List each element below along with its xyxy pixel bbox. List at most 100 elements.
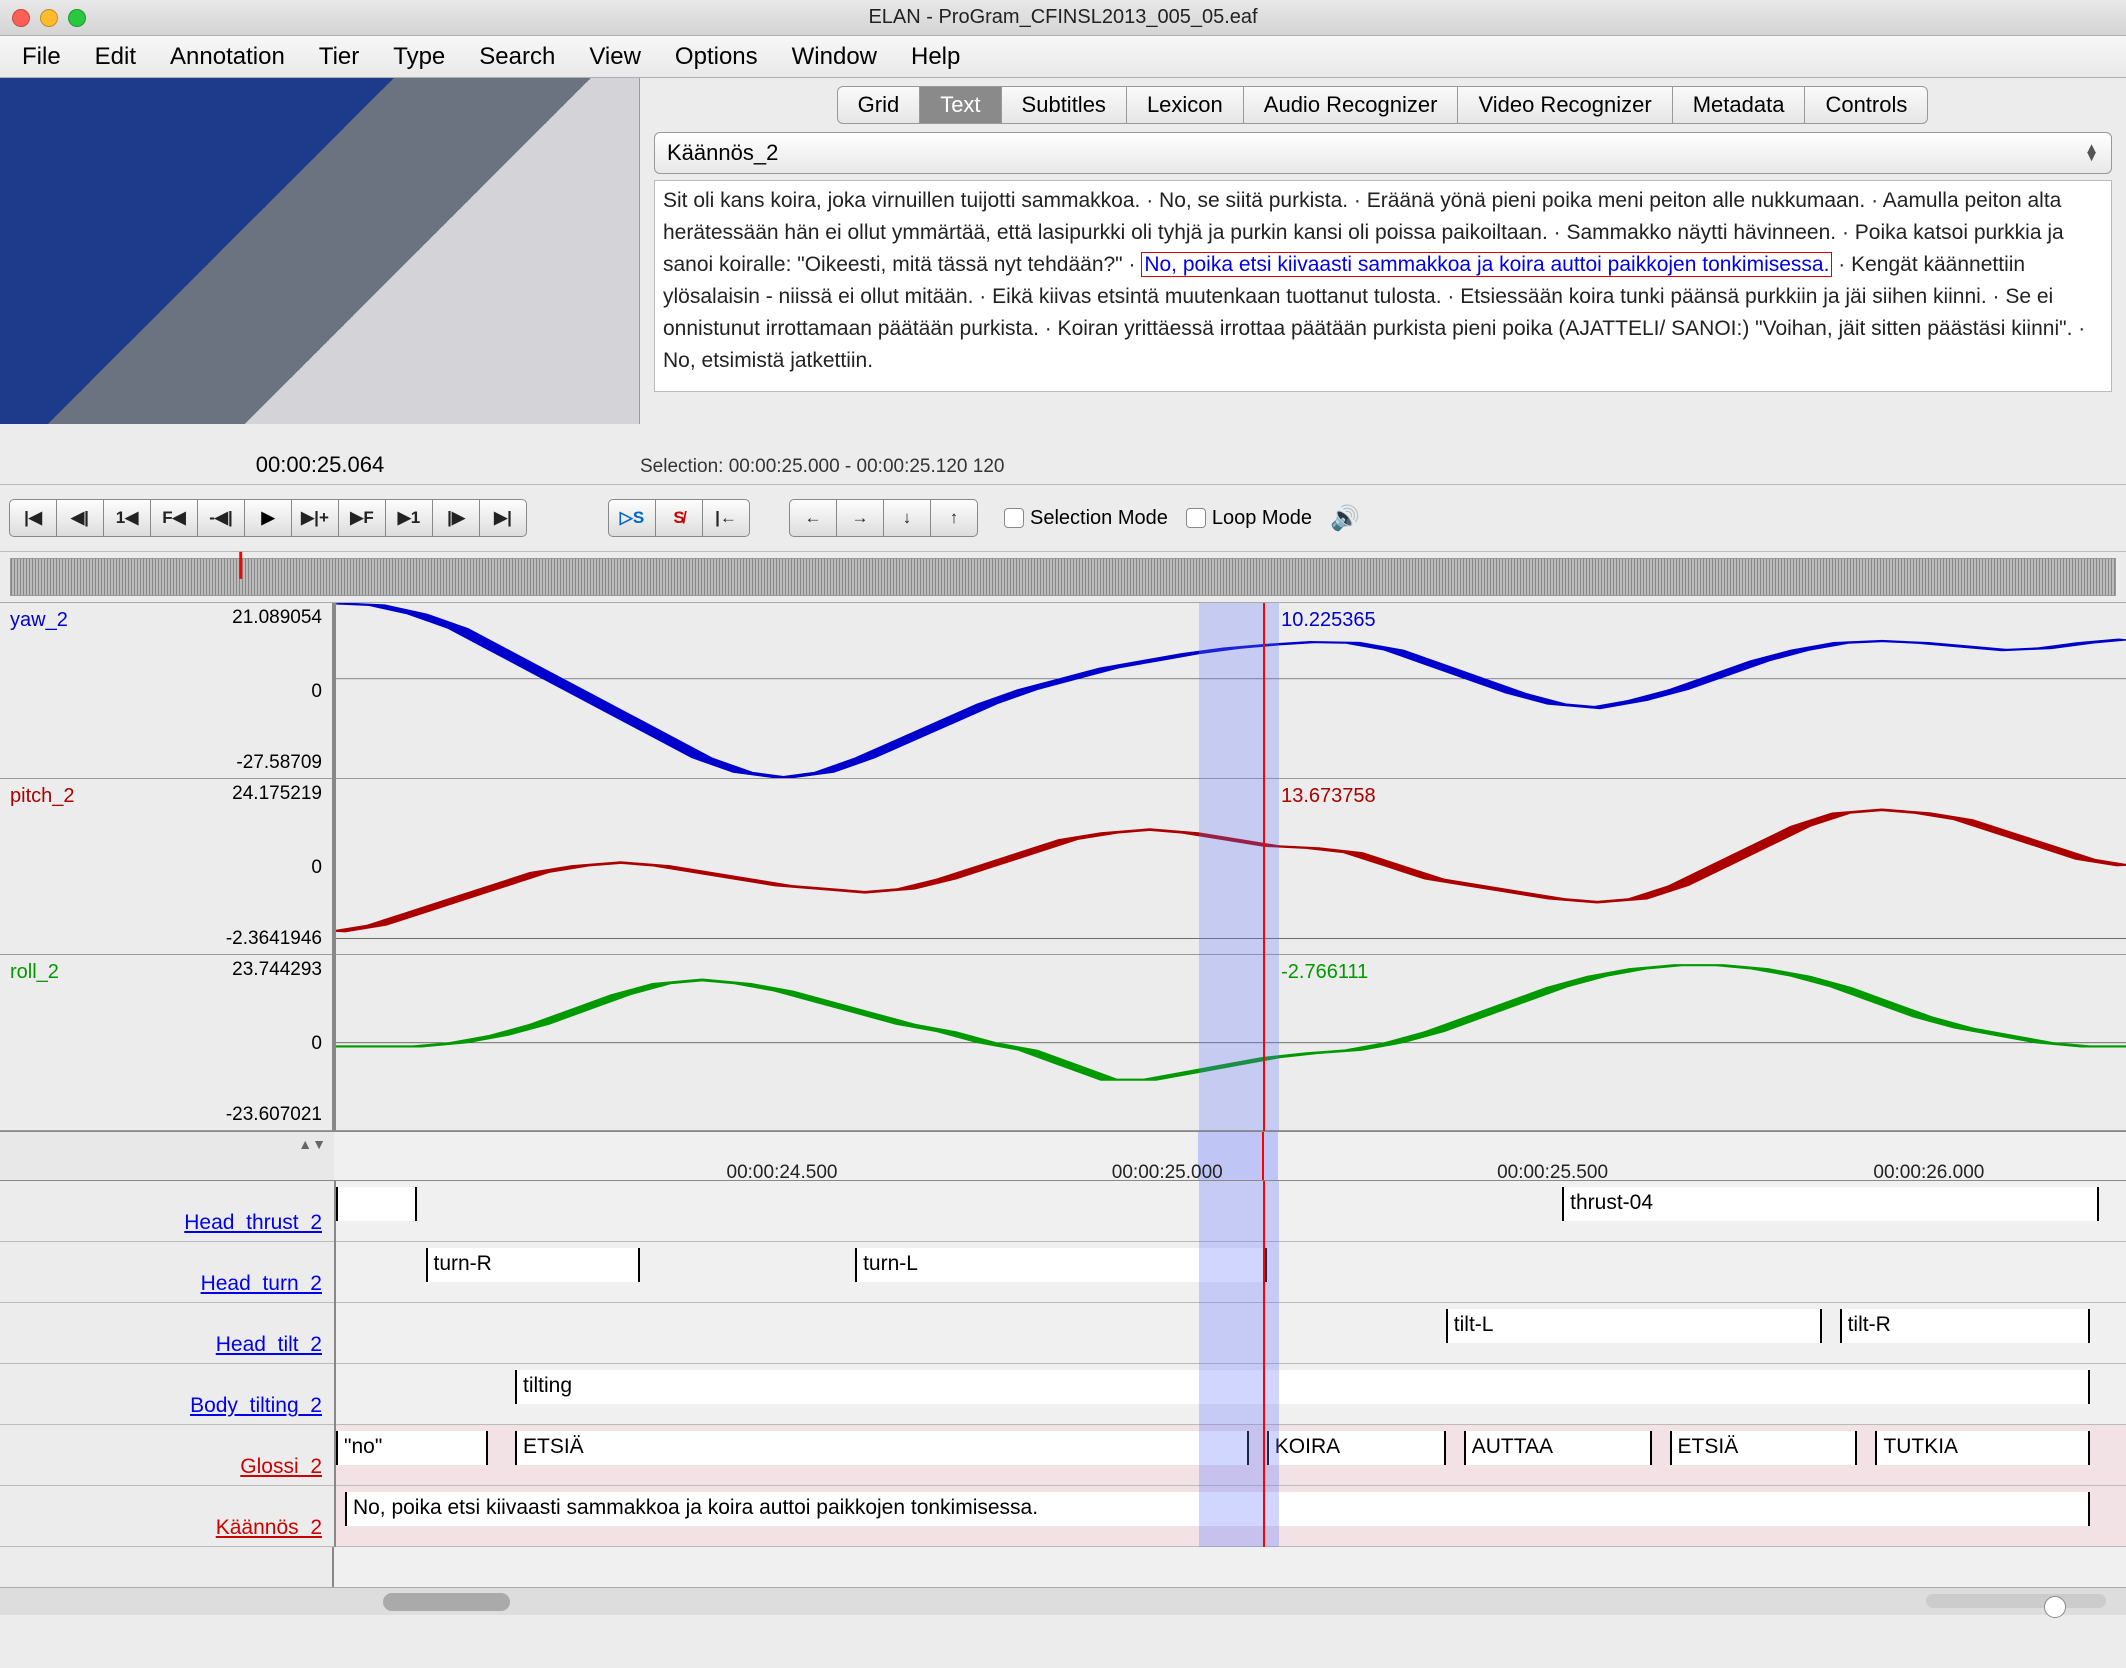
nudge-button-2[interactable]: ↓ [883, 499, 931, 537]
tab-controls[interactable]: Controls [1804, 86, 1928, 124]
zoom-slider[interactable] [1926, 1594, 2106, 1608]
tier-label-Head_thrust_2[interactable]: Head_thrust_2 [184, 1211, 322, 1235]
loop-mode-toggle[interactable]: Loop Mode [1186, 507, 1312, 530]
window-title: ELAN - ProGram_CFINSL2013_005_05.eaf [868, 6, 1257, 29]
overview-timeline[interactable]: ⎮ [10, 558, 2116, 596]
signal-max: 23.744293 [232, 959, 322, 981]
sel-play-button-1[interactable]: S̸ [655, 499, 703, 537]
menu-window[interactable]: Window [792, 43, 877, 71]
signal-zero: 0 [311, 681, 322, 703]
menu-search[interactable]: Search [479, 43, 555, 71]
signal-zero: 0 [311, 1033, 322, 1055]
annotation[interactable] [336, 1187, 417, 1221]
menu-edit[interactable]: Edit [95, 43, 136, 71]
signal-name-yaw_2[interactable]: yaw_2 [10, 609, 68, 632]
tier-label-Head_tilt_2[interactable]: Head_tilt_2 [216, 1333, 322, 1357]
dropdown-arrows-icon: ▲▼ [2084, 145, 2099, 161]
menu-help[interactable]: Help [911, 43, 960, 71]
annotation[interactable]: tilting [515, 1370, 2090, 1404]
selection-mode-toggle[interactable]: Selection Mode [1004, 507, 1168, 530]
tab-lexicon[interactable]: Lexicon [1126, 86, 1244, 124]
playback-button-6[interactable]: ▶|+ [291, 499, 339, 537]
annotation[interactable]: ETSIÄ [1670, 1431, 1858, 1465]
signal-name-roll_2[interactable]: roll_2 [10, 961, 59, 984]
playback-button-3[interactable]: F◀ [150, 499, 198, 537]
signal-name-pitch_2[interactable]: pitch_2 [10, 785, 75, 808]
overview-playhead-icon: ⎮ [235, 553, 246, 579]
tier-header-corner: ▲▼ [0, 1131, 334, 1181]
nudge-button-0[interactable]: ← [789, 499, 837, 537]
scrollbar-thumb[interactable] [383, 1593, 511, 1611]
sel-play-button-0[interactable]: ▷S [608, 499, 656, 537]
tier-select-dropdown[interactable]: Käännös_2 ▲▼ [654, 132, 2112, 174]
video-time-label: 00:00:25.064 [0, 452, 640, 478]
zoom-slider-thumb[interactable] [2044, 1596, 2066, 1618]
speaker-icon[interactable]: 🔊 [1330, 504, 1360, 533]
signal-max: 24.175219 [232, 783, 322, 805]
signal-waveform-panel: yaw_2 21.089054 0 -27.58709pitch_2 24.17… [0, 602, 2126, 1131]
annotation[interactable]: tilt-L [1446, 1309, 1822, 1343]
signal-playhead[interactable] [1263, 603, 1265, 1131]
playback-button-8[interactable]: ▶1 [385, 499, 433, 537]
tab-audio-recognizer[interactable]: Audio Recognizer [1243, 86, 1459, 124]
annotation[interactable]: KOIRA [1267, 1431, 1446, 1465]
playback-buttons: |◀◀|1◀F◀-◀|▶▶|+▶F▶1|▶▶| [10, 499, 527, 537]
playback-button-7[interactable]: ▶F [338, 499, 386, 537]
playback-button-5[interactable]: ▶ [244, 499, 292, 537]
traffic-lights [12, 9, 86, 27]
tab-metadata[interactable]: Metadata [1672, 86, 1806, 124]
nudge-button-1[interactable]: → [836, 499, 884, 537]
playback-button-4[interactable]: -◀| [197, 499, 245, 537]
annotation-tiers: Head_thrust_2 Head_turn_2 Head_tilt_2 Body_… [0, 1181, 2126, 1547]
sel-play-button-2[interactable]: |← [702, 499, 750, 537]
annotation[interactable]: AUTTAA [1464, 1431, 1652, 1465]
tier-label-Head_turn_2[interactable]: Head_turn_2 [201, 1272, 322, 1296]
selection-time-label: Selection: 00:00:25.000 - 00:00:25.120 1… [640, 456, 2126, 478]
menu-view[interactable]: View [589, 43, 641, 71]
playback-button-10[interactable]: ▶| [479, 499, 527, 537]
collapse-icon[interactable]: ▲▼ [298, 1136, 326, 1152]
zoom-window-button[interactable] [68, 9, 86, 27]
signal-cursor-value: 13.673758 [1281, 785, 1376, 808]
signal-zero: 0 [311, 857, 322, 879]
playback-button-9[interactable]: |▶ [432, 499, 480, 537]
time-ruler[interactable]: 00:00:24.50000:00:25.00000:00:25.50000:0… [334, 1131, 2126, 1181]
signal-cursor-value: -2.766111 [1281, 961, 1368, 984]
view-tabs: GridTextSubtitlesLexiconAudio Recognizer… [640, 86, 2126, 124]
close-window-button[interactable] [12, 9, 30, 27]
tier-label-Käännös_2[interactable]: Käännös_2 [216, 1516, 322, 1540]
transcript-highlight[interactable]: No, poika etsi kiivaasti sammakkoa ja ko… [1141, 252, 1832, 277]
playback-button-0[interactable]: |◀ [9, 499, 57, 537]
tier-label-Glossi_2[interactable]: Glossi_2 [240, 1455, 322, 1479]
menu-type[interactable]: Type [393, 43, 445, 71]
tab-subtitles[interactable]: Subtitles [1001, 86, 1127, 124]
playback-button-2[interactable]: 1◀ [103, 499, 151, 537]
tab-grid[interactable]: Grid [837, 86, 921, 124]
annotation[interactable]: ETSIÄ [515, 1431, 1249, 1465]
transcript-text-view[interactable]: Sit oli kans koira, joka virnuillen tuij… [654, 180, 2112, 392]
annotation[interactable]: TUTKIA [1875, 1431, 2090, 1465]
menu-file[interactable]: File [22, 43, 61, 71]
signal-min: -23.607021 [226, 1104, 322, 1126]
window-titlebar: ELAN - ProGram_CFINSL2013_005_05.eaf [0, 0, 2126, 36]
nudge-buttons: ←→↓↑ [790, 499, 978, 537]
annotation[interactable]: "no" [336, 1431, 488, 1465]
annotation[interactable]: tilt-R [1840, 1309, 2091, 1343]
playback-button-1[interactable]: ◀| [56, 499, 104, 537]
annotation[interactable]: thrust-04 [1562, 1187, 2099, 1221]
annotation[interactable]: turn-R [426, 1248, 641, 1282]
horizontal-scrollbar[interactable] [0, 1587, 2126, 1615]
signal-graph-roll_2[interactable]: -2.766111 [336, 955, 2126, 1131]
signal-graph-yaw_2[interactable]: 10.225365 [336, 603, 2126, 779]
minimize-window-button[interactable] [40, 9, 58, 27]
tab-text[interactable]: Text [919, 86, 1001, 124]
menu-options[interactable]: Options [675, 43, 758, 71]
signal-graph-pitch_2[interactable]: 13.673758 [336, 779, 2126, 955]
menu-tier[interactable]: Tier [319, 43, 359, 71]
nudge-button-3[interactable]: ↑ [930, 499, 978, 537]
tab-video-recognizer[interactable]: Video Recognizer [1457, 86, 1672, 124]
video-preview[interactable] [0, 78, 640, 424]
tier-label-Body_tilting_2[interactable]: Body_tilting_2 [190, 1394, 322, 1418]
menubar: File Edit Annotation Tier Type Search View Opti… [0, 36, 2126, 78]
menu-annotation[interactable]: Annotation [170, 43, 285, 71]
